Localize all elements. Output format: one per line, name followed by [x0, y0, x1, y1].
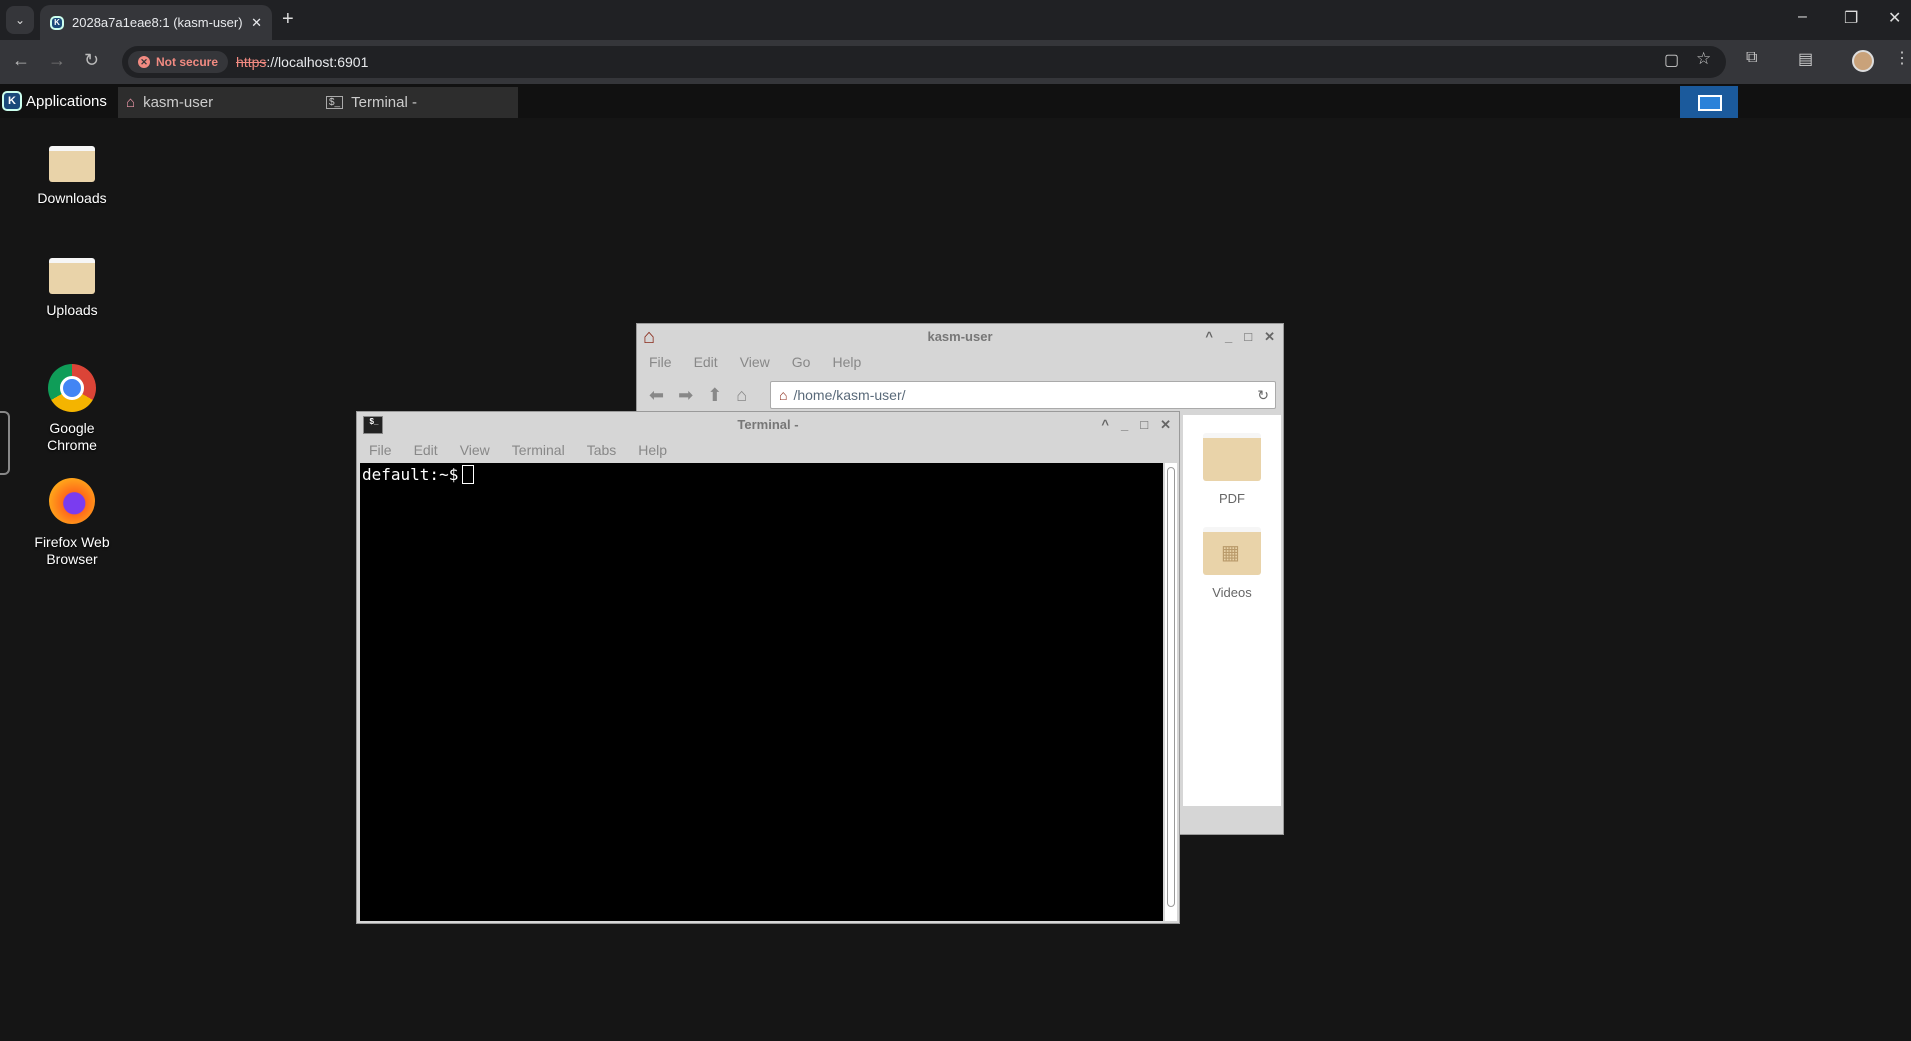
desktop-icon-firefox[interactable]: Firefox Web Browser — [17, 478, 127, 568]
task-label: Terminal - — [351, 94, 417, 111]
folder-link-icon — [49, 146, 95, 182]
tab-title: 2028a7a1eae8:1 (kasm-user) - K — [72, 15, 243, 30]
close-button[interactable]: ✕ — [1160, 412, 1171, 438]
security-chip[interactable]: ✕ Not secure — [128, 51, 229, 73]
desktop-taskbar: K Applications ⌂ kasm-user $_ Terminal - — [0, 84, 1911, 118]
task-label: kasm-user — [143, 94, 214, 111]
menu-edit[interactable]: Edit — [694, 354, 718, 370]
scrollbar-thumb[interactable] — [1167, 467, 1175, 907]
folder-link-icon — [49, 258, 95, 294]
desktop-icon-uploads[interactable]: Uploads — [17, 258, 127, 319]
back-icon[interactable]: ⬅ — [649, 385, 664, 406]
menu-help[interactable]: Help — [638, 442, 667, 458]
folder-icon — [1203, 433, 1261, 481]
reload-icon[interactable]: ↻ — [1257, 387, 1269, 404]
browser-toolbar: ← → ↻ ✕ Not secure https://localhost:6901… — [0, 40, 1911, 84]
home-icon: ⌂ — [126, 94, 136, 111]
extensions-icon[interactable]: ⧉ — [1746, 49, 1757, 67]
title-bar[interactable]: ⌂ kasm-user ^ _ □ ✕ — [637, 324, 1283, 350]
menu-file[interactable]: File — [369, 442, 392, 458]
menu-bar: File Edit View Terminal Tabs Help — [357, 438, 1179, 462]
up-icon[interactable]: ⬆ — [707, 385, 722, 406]
bookmark-star-icon[interactable]: ☆ — [1696, 49, 1711, 69]
kasm-favicon-icon: K — [50, 15, 64, 30]
desktop-icon-chrome[interactable]: Google Chrome — [17, 364, 127, 454]
tab-search-button[interactable]: ⌄ — [6, 6, 34, 34]
forward-icon[interactable]: ➡ — [678, 385, 693, 406]
kasm-logo-icon: K — [2, 91, 22, 111]
security-label: Not secure — [156, 55, 219, 69]
menu-view[interactable]: View — [740, 354, 770, 370]
icon-label: Firefox Web Browser — [34, 534, 110, 567]
home-icon[interactable]: ⌂ — [736, 385, 747, 406]
icon-label: Uploads — [46, 302, 98, 318]
title-bar[interactable]: $_ Terminal - ^ _ □ ✕ — [357, 412, 1179, 438]
file-view: PDF ▦ Videos — [1183, 415, 1281, 806]
reload-icon[interactable]: ↻ — [84, 50, 99, 71]
task-kasm-user[interactable]: ⌂ kasm-user — [118, 87, 318, 118]
close-tab-icon[interactable]: ✕ — [251, 15, 262, 31]
video-folder-icon: ▦ — [1203, 527, 1261, 575]
minimize-button[interactable]: _ — [1225, 324, 1232, 350]
close-button[interactable]: ✕ — [1264, 324, 1275, 350]
menu-bar: File Edit View Go Help — [637, 350, 1283, 374]
workspace-icon — [1698, 95, 1722, 111]
workspace-switcher[interactable] — [1680, 86, 1738, 118]
restore-button[interactable]: ❐ — [1844, 8, 1858, 28]
browser-tab[interactable]: K 2028a7a1eae8:1 (kasm-user) - K ✕ — [40, 5, 272, 40]
folder-item[interactable]: ▦ Videos — [1183, 527, 1281, 600]
applications-menu[interactable]: K Applications — [2, 84, 107, 118]
terminal-icon: $_ — [363, 416, 383, 434]
folder-item[interactable]: PDF — [1183, 433, 1281, 506]
warning-icon: ✕ — [138, 56, 150, 68]
menu-go[interactable]: Go — [792, 354, 811, 370]
close-window-button[interactable]: ✕ — [1888, 8, 1901, 28]
terminal-window: $_ Terminal - ^ _ □ ✕ File Edit View Termin… — [356, 411, 1180, 924]
chrome-icon — [48, 364, 96, 412]
menu-kebab-icon[interactable]: ⋮ — [1894, 48, 1910, 68]
desktop-icon-downloads[interactable]: Downloads — [17, 146, 127, 207]
icon-label: Downloads — [37, 190, 107, 206]
terminal-screen[interactable]: default:~$ — [360, 463, 1163, 921]
minimize-button[interactable]: – — [1798, 8, 1807, 26]
menu-file[interactable]: File — [649, 354, 672, 370]
applications-label: Applications — [26, 92, 107, 110]
item-label: PDF — [1219, 491, 1245, 506]
task-terminal[interactable]: $_ Terminal - — [318, 87, 518, 118]
window-title: kasm-user — [927, 329, 993, 344]
menu-edit[interactable]: Edit — [414, 442, 438, 458]
icon-label: Google Chrome — [47, 420, 97, 453]
menu-help[interactable]: Help — [832, 354, 861, 370]
back-icon[interactable]: ← — [12, 50, 30, 71]
clipboard-icon[interactable]: ▢ — [1664, 50, 1679, 70]
address-bar[interactable]: ✕ Not secure https://localhost:6901 — [122, 46, 1726, 78]
new-tab-button[interactable]: + — [282, 8, 294, 31]
side-panel-handle[interactable] — [0, 411, 10, 475]
maximize-button[interactable]: □ — [1140, 412, 1148, 438]
browser-tab-bar: ⌄ K 2028a7a1eae8:1 (kasm-user) - K ✕ + –… — [0, 0, 1911, 40]
scrollbar[interactable] — [1165, 463, 1177, 921]
maximize-button[interactable]: □ — [1244, 324, 1252, 350]
forward-icon[interactable]: → — [48, 50, 66, 71]
text-cursor — [462, 465, 475, 484]
menu-terminal[interactable]: Terminal — [512, 442, 565, 458]
shell-prompt: default:~$ — [362, 465, 459, 484]
terminal-icon: $_ — [326, 96, 344, 109]
profile-avatar[interactable] — [1852, 50, 1874, 72]
minimize-button[interactable]: _ — [1121, 412, 1128, 438]
window-title: Terminal - — [737, 417, 799, 432]
path-text: /home/kasm-user/ — [793, 387, 906, 403]
firefox-icon — [49, 478, 95, 524]
url-text[interactable]: https://localhost:6901 — [236, 54, 368, 70]
menu-view[interactable]: View — [460, 442, 490, 458]
menu-tabs[interactable]: Tabs — [587, 442, 617, 458]
home-icon: ⌂ — [643, 326, 656, 348]
item-label: Videos — [1212, 585, 1252, 600]
shade-button[interactable]: ^ — [1205, 324, 1213, 350]
shade-button[interactable]: ^ — [1101, 412, 1109, 438]
location-bar[interactable]: ⌂ /home/kasm-user/ ↻ — [770, 381, 1276, 409]
home-icon: ⌂ — [779, 387, 788, 403]
reading-mode-icon[interactable]: ▤ — [1798, 49, 1813, 69]
